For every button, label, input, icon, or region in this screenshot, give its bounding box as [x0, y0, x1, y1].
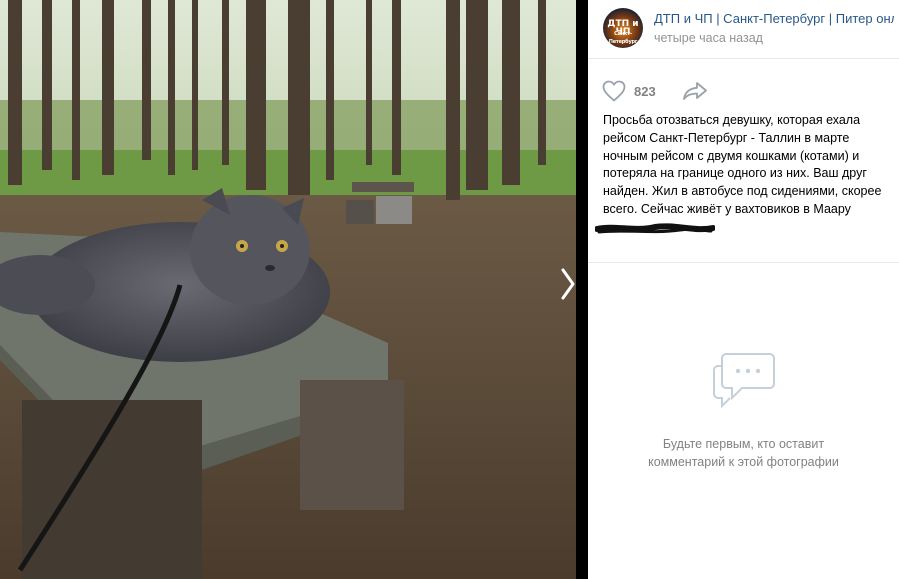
divider	[588, 262, 899, 263]
avatar[interactable]: ДТП и ЧП Санкт-Петербург	[603, 8, 643, 48]
like-button[interactable]: 823	[602, 79, 656, 103]
photo-viewer[interactable]	[0, 0, 576, 579]
post-sidebar: ДТП и ЧП Санкт-Петербург ДТП и ЧП | Санк…	[588, 0, 899, 579]
chevron-right-icon[interactable]	[560, 268, 576, 300]
comments-bubble-icon	[712, 353, 775, 409]
post-text: Просьба отозваться девушку, которая ехал…	[603, 113, 882, 216]
empty-comments-text: Будьте первым, кто оставит комментарий к…	[648, 437, 839, 469]
redacted-scribble	[594, 223, 716, 234]
heart-icon	[602, 80, 626, 102]
post-actions: 823	[588, 72, 899, 108]
share-button[interactable]	[682, 81, 708, 106]
group-name-link[interactable]: ДТП и ЧП | Санкт-Петербург | Питер онлай…	[654, 11, 894, 26]
cat-photo	[0, 0, 576, 579]
empty-comments: Будьте первым, кто оставит комментарий к…	[588, 350, 899, 471]
post-time[interactable]: четыре часа назад	[654, 31, 763, 45]
like-count: 823	[634, 83, 656, 99]
share-arrow-icon	[683, 82, 707, 100]
avatar-subtitle: Санкт-Петербург	[608, 31, 638, 45]
post-header: ДТП и ЧП Санкт-Петербург ДТП и ЧП | Санк…	[588, 0, 899, 59]
